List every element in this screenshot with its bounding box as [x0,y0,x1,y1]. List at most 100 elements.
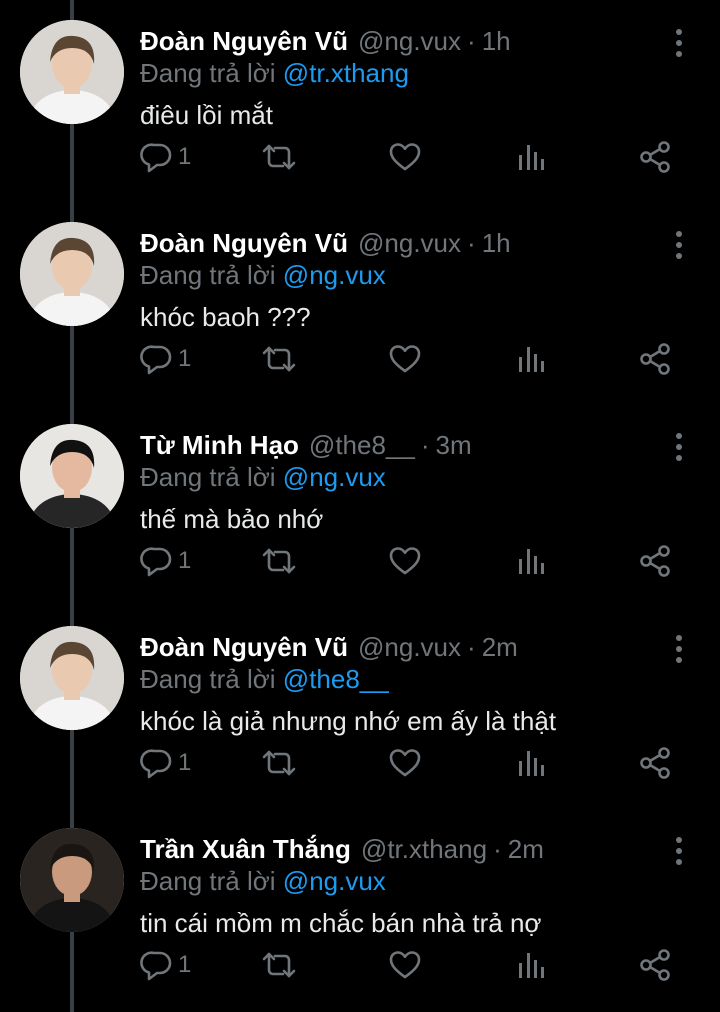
retweet-button[interactable] [260,942,298,988]
author-name[interactable]: Đoàn Nguyên Vũ [140,632,348,663]
reply-icon [140,948,174,982]
retweet-button[interactable] [260,740,298,786]
like-button[interactable] [388,538,422,584]
retweet-icon [260,746,298,780]
reply-button[interactable]: 1 [140,942,191,988]
mention-link[interactable]: @ng.vux [283,462,386,492]
separator-dot: · [493,833,502,864]
share-button[interactable] [638,538,672,584]
author-handle[interactable]: @ng.vux [358,228,461,259]
avatar[interactable] [20,222,124,326]
reply-count: 1 [178,143,192,170]
avatar[interactable] [20,424,124,528]
reply-button[interactable]: 1 [140,336,191,382]
more-vertical-icon[interactable] [668,430,690,464]
reply-icon [140,544,174,578]
reply-count: 1 [178,547,192,574]
heart-icon [388,746,422,780]
author-handle[interactable]: @the8__ [309,430,415,461]
timestamp[interactable]: 1h [482,26,511,57]
reply-button[interactable]: 1 [140,740,191,786]
share-icon [638,948,672,982]
like-button[interactable] [388,134,422,180]
analytics-icon [516,544,546,578]
timestamp[interactable]: 3m [436,430,472,461]
action-bar: 1 [140,134,680,180]
reply-button[interactable]: 1 [140,134,191,180]
reply-button[interactable]: 1 [140,538,191,584]
heart-icon [388,140,422,174]
replying-to-label: Đang trả lời [140,260,276,290]
tweet-text: tin cái mồm m chắc bán nhà trả nợ [140,908,542,938]
separator-dot: · [467,227,476,258]
avatar[interactable] [20,626,124,730]
tweet-text: điêu lồi mắt [140,100,273,130]
share-button[interactable] [638,134,672,180]
tweet-header: Đoàn Nguyên Vũ @ng.vux · 1h [140,224,511,262]
retweet-button[interactable] [260,336,298,382]
retweet-button[interactable] [260,134,298,180]
author-name[interactable]: Đoàn Nguyên Vũ [140,228,348,259]
analytics-button[interactable] [516,538,546,584]
author-handle[interactable]: @ng.vux [358,26,461,57]
author-handle[interactable]: @ng.vux [358,632,461,663]
mention-link[interactable]: @tr.xthang [283,58,409,88]
reply-icon [140,746,174,780]
analytics-button[interactable] [516,942,546,988]
more-vertical-icon[interactable] [668,228,690,262]
author-handle[interactable]: @tr.xthang [361,834,487,865]
tweet-header: Trần Xuân Thắng @tr.xthang · 2m [140,830,544,868]
mention-link[interactable]: @the8__ [283,664,389,694]
analytics-button[interactable] [516,134,546,180]
like-button[interactable] [388,942,422,988]
avatar[interactable] [20,828,124,932]
replying-to: Đang trả lời @ng.vux [140,866,386,897]
share-icon [638,342,672,376]
share-button[interactable] [638,336,672,382]
tweet[interactable]: Đoàn Nguyên Vũ @ng.vux · 2m Đang trả lời… [0,606,720,808]
timestamp[interactable]: 1h [482,228,511,259]
mention-link[interactable]: @ng.vux [283,866,386,896]
tweet-header: Đoàn Nguyên Vũ @ng.vux · 1h [140,22,511,60]
heart-icon [388,544,422,578]
more-vertical-icon[interactable] [668,834,690,868]
timestamp[interactable]: 2m [508,834,544,865]
mention-link[interactable]: @ng.vux [283,260,386,290]
analytics-button[interactable] [516,740,546,786]
tweet[interactable]: Trần Xuân Thắng @tr.xthang · 2m Đang trả… [0,808,720,1010]
analytics-icon [516,342,546,376]
retweet-button[interactable] [260,538,298,584]
action-bar: 1 [140,538,680,584]
tweet-header: Từ Minh Hạo @the8__ · 3m [140,426,472,464]
like-button[interactable] [388,740,422,786]
tweet-text: khóc baoh ??? [140,302,311,332]
share-button[interactable] [638,942,672,988]
author-name[interactable]: Trần Xuân Thắng [140,834,351,865]
like-button[interactable] [388,336,422,382]
author-name[interactable]: Từ Minh Hạo [140,430,299,461]
tweet-text: khóc là giả nhưng nhớ em ấy là thật [140,706,557,736]
analytics-icon [516,746,546,780]
more-vertical-icon[interactable] [668,26,690,60]
reply-icon [140,140,174,174]
author-name[interactable]: Đoàn Nguyên Vũ [140,26,348,57]
action-bar: 1 [140,336,680,382]
replying-to-label: Đang trả lời [140,58,276,88]
tweet[interactable]: Từ Minh Hạo @the8__ · 3m Đang trả lời @n… [0,404,720,606]
tweet[interactable]: Đoàn Nguyên Vũ @ng.vux · 1h Đang trả lời… [0,202,720,404]
heart-icon [388,948,422,982]
replying-to: Đang trả lời @the8__ [140,664,389,695]
replying-to-label: Đang trả lời [140,462,276,492]
more-vertical-icon[interactable] [668,632,690,666]
analytics-button[interactable] [516,336,546,382]
reply-count: 1 [178,749,192,776]
action-bar: 1 [140,942,680,988]
avatar[interactable] [20,20,124,124]
tweet[interactable]: Đoàn Nguyên Vũ @ng.vux · 1h Đang trả lời… [0,0,720,202]
share-button[interactable] [638,740,672,786]
timestamp[interactable]: 2m [482,632,518,663]
replying-to: Đang trả lời @ng.vux [140,260,386,291]
tweet-header: Đoàn Nguyên Vũ @ng.vux · 2m [140,628,518,666]
tweet-text: thế mà bảo nhớ [140,504,324,534]
analytics-icon [516,140,546,174]
